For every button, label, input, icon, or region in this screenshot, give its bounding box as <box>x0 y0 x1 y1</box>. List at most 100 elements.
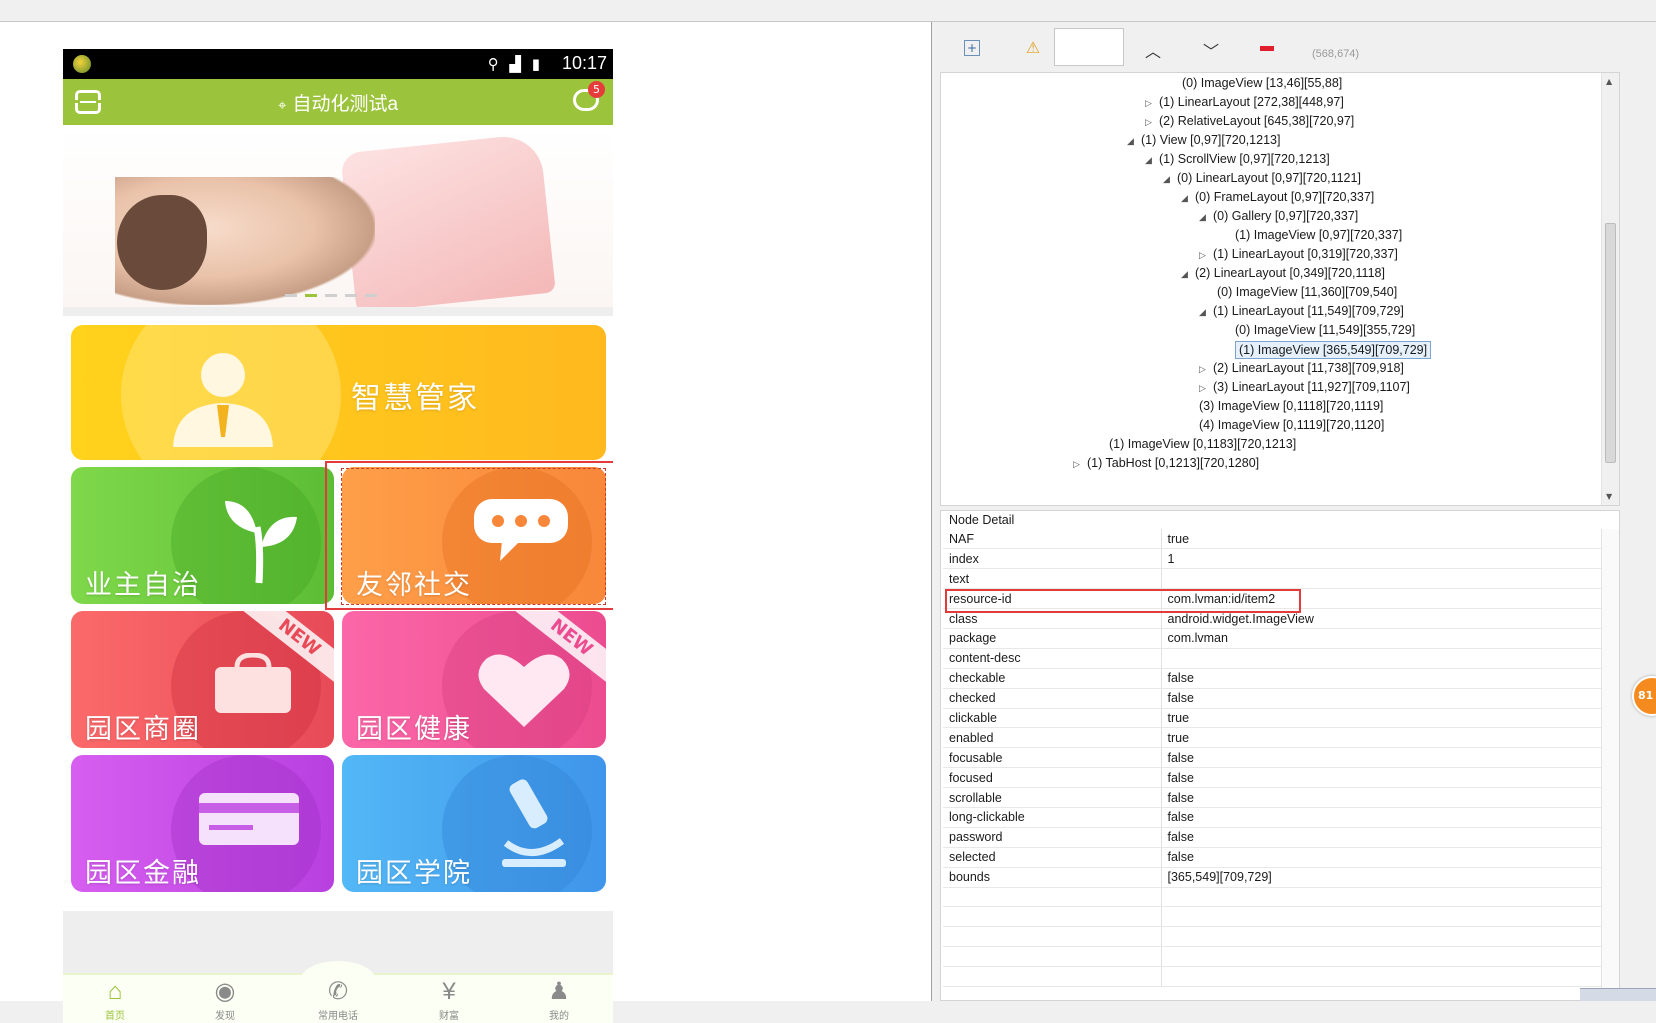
tree-node[interactable]: ◢ (1) View [0,97][720,1213] <box>1127 132 1280 149</box>
tree-node[interactable]: ◢ (0) FrameLayout [0,97][720,337] <box>1181 189 1374 206</box>
expand-arrow-icon[interactable]: ▷ <box>1145 95 1159 111</box>
tree-node[interactable]: (1) ImageView [0,1183][720,1213] <box>1109 436 1296 452</box>
tab-label: 发现 <box>215 1011 235 1022</box>
detail-value: false <box>1161 787 1619 808</box>
ui-hierarchy-tree[interactable]: (0) ImageView [13,46][55,88] ▷ (1) LinearL… <box>940 72 1620 506</box>
tree-node[interactable]: ◢ (0) LinearLayout [0,97][720,1121] <box>1163 170 1361 187</box>
collapse-arrow-icon[interactable]: ◢ <box>1199 304 1213 320</box>
compass-icon: ◉ <box>214 978 236 1005</box>
tree-node-label: (1) ImageView [0,97][720,337] <box>1235 228 1403 242</box>
community-title[interactable]: ⌖ 自动化测试a <box>63 89 613 116</box>
tile-label-owner-autonomy: 业主自治 <box>85 570 201 601</box>
page-dot <box>325 294 337 297</box>
phone-screen[interactable]: ⚲ ▟ ▮ 10:17 ⌖ 自动化测试a 5 智慧管家 业主自治 友邻社交 NE… <box>63 49 613 1023</box>
chevron-up-icon[interactable]: ︿ <box>1142 38 1164 61</box>
tree-node[interactable]: ▷ (2) LinearLayout [11,738][709,918] <box>1199 360 1404 377</box>
banner-page-indicator <box>285 282 385 301</box>
tile-neighbor-social[interactable]: 友邻社交 <box>342 467 606 604</box>
detail-value: com.lvman:id/item2 <box>1161 588 1619 610</box>
promo-banner[interactable] <box>63 125 613 307</box>
collapse-arrow-icon[interactable]: ◢ <box>1163 171 1177 187</box>
detail-row: selected false <box>943 847 1619 868</box>
expand-arrow-icon[interactable]: ▷ <box>1073 456 1087 472</box>
collapse-arrow-icon[interactable]: ◢ <box>1127 133 1141 149</box>
detail-key: enabled <box>943 727 1162 749</box>
status-time: 10:17 <box>561 53 607 73</box>
tree-node[interactable]: ◢ (1) ScrollView [0,97][720,1213] <box>1145 151 1330 168</box>
tree-node-label: (1) ImageView [365,549][709,729] <box>1239 343 1428 357</box>
tile-smart-butler[interactable]: 智慧管家 <box>71 325 606 460</box>
expand-arrow-icon[interactable]: ▷ <box>1199 380 1213 396</box>
detail-key: checkable <box>943 668 1162 689</box>
tree-node[interactable]: ◢ (1) LinearLayout [11,549][709,729] <box>1199 303 1404 320</box>
tile-park-health[interactable]: NEW 园区健康 <box>342 611 606 748</box>
chat-bubble-icon <box>474 499 568 561</box>
detail-row: content-desc <box>943 648 1619 669</box>
detail-value: false <box>1161 668 1619 689</box>
device-screenshot-pane: ⚲ ▟ ▮ 10:17 ⌖ 自动化测试a 5 智慧管家 业主自治 友邻社交 NE… <box>0 22 932 1023</box>
tree-node[interactable]: (0) ImageView [13,46][55,88] <box>1182 75 1342 91</box>
detail-row: NAF true <box>943 529 1619 550</box>
tree-node[interactable]: ▷ (2) RelativeLayout [645,38][720,97] <box>1145 113 1354 130</box>
tree-node[interactable]: (0) ImageView [11,360][709,540] <box>1217 284 1397 300</box>
tree-node[interactable]: ▷ (1) LinearLayout [272,38][448,97] <box>1145 94 1344 111</box>
page-dot-active <box>305 294 317 297</box>
detail-value: 1 <box>1161 548 1619 570</box>
tree-node-label: (3) ImageView [0,1118][720,1119] <box>1199 399 1384 413</box>
tile-park-academy[interactable]: 园区学院 <box>342 755 606 892</box>
expand-arrow-icon[interactable]: ▷ <box>1199 361 1213 377</box>
detail-value <box>1161 926 1619 948</box>
detail-key: checked <box>943 688 1162 709</box>
tree-node-label: (4) ImageView [0,1119][720,1120] <box>1199 418 1385 432</box>
tree-scrollbar[interactable]: ▲ ▼ <box>1601 73 1619 505</box>
tree-node[interactable]: ◢ (0) Gallery [0,97][720,337] <box>1199 208 1358 225</box>
tree-node-label: (1) LinearLayout [0,319][720,337] <box>1213 247 1398 261</box>
detail-value <box>1161 946 1619 968</box>
warning-icon[interactable]: ⚠ <box>1022 38 1044 58</box>
detail-scrollbar[interactable] <box>1601 529 1619 999</box>
chevron-down-icon[interactable]: ﹀ <box>1200 38 1222 61</box>
expand-arrow-icon[interactable]: ▷ <box>1199 247 1213 263</box>
tree-node[interactable]: ▷ (1) LinearLayout [0,319][720,337] <box>1199 246 1398 263</box>
user-icon: ♟ <box>548 978 570 1005</box>
scroll-up-arrow[interactable]: ▲ <box>1606 77 1612 86</box>
tree-node[interactable]: ◢ (2) LinearLayout [0,349][720,1118] <box>1181 265 1385 282</box>
tree-node-label: (1) LinearLayout [11,549][709,729] <box>1213 304 1404 318</box>
status-bar: ⚲ ▟ ▮ 10:17 <box>63 49 613 79</box>
taskbar-sliver <box>1580 988 1656 1001</box>
tile-owner-autonomy[interactable]: 业主自治 <box>71 467 334 604</box>
sprout-icon <box>225 501 297 584</box>
collapse-arrow-icon[interactable]: ◢ <box>1145 152 1159 168</box>
tile-park-finance[interactable]: 园区金融 <box>71 755 334 892</box>
tree-node-label: (1) View [0,97][720,1213] <box>1141 133 1281 147</box>
tree-node-label: (1) LinearLayout [272,38][448,97] <box>1159 95 1344 109</box>
tree-node[interactable]: ▷ (1) TabHost [0,1213][720,1280] <box>1073 455 1259 472</box>
collapse-arrow-icon[interactable]: ◢ <box>1181 266 1195 282</box>
tree-node-selected[interactable]: (1) ImageView [365,549][709,729] <box>1235 341 1432 359</box>
tree-node[interactable]: (3) ImageView [0,1118][720,1119] <box>1199 398 1383 414</box>
bank-card-icon <box>199 793 299 845</box>
collapse-arrow-icon[interactable]: ◢ <box>1181 190 1195 206</box>
tree-scroll-thumb[interactable] <box>1605 223 1616 463</box>
scroll-down-arrow[interactable]: ▼ <box>1606 492 1612 501</box>
node-detail-table: NAF true index 1 text resource-id com.lvman:id… <box>943 529 1619 987</box>
tree-node[interactable]: (4) ImageView [0,1119][720,1120] <box>1199 417 1384 433</box>
tree-node[interactable]: (1) ImageView [0,97][720,337] <box>1235 227 1402 243</box>
tree-node[interactable]: ▷ (3) LinearLayout [11,927][709,1107] <box>1199 379 1410 396</box>
detail-value <box>1161 568 1619 590</box>
detail-row <box>943 926 1619 948</box>
search-field[interactable] <box>1054 28 1124 66</box>
app-notification-icon <box>73 55 91 73</box>
expand-all-icon[interactable]: + <box>964 40 980 56</box>
collapse-arrow-icon[interactable]: ◢ <box>1199 209 1213 225</box>
toggle-naf-icon[interactable] <box>1258 38 1280 58</box>
detail-key: package <box>943 628 1162 649</box>
expand-arrow-icon[interactable]: ▷ <box>1145 114 1159 130</box>
tree-node[interactable]: (0) ImageView [11,549][355,729] <box>1235 322 1415 338</box>
location-pin-icon: ⌖ <box>277 97 287 114</box>
app-header: ⌖ 自动化测试a 5 <box>63 79 613 125</box>
tile-park-business[interactable]: NEW 园区商圈 <box>71 611 334 748</box>
detail-row: resource-id com.lvman:id/item2 <box>943 588 1619 610</box>
detail-key: bounds <box>943 867 1162 888</box>
money-bag-icon: ¥ <box>442 978 456 1005</box>
